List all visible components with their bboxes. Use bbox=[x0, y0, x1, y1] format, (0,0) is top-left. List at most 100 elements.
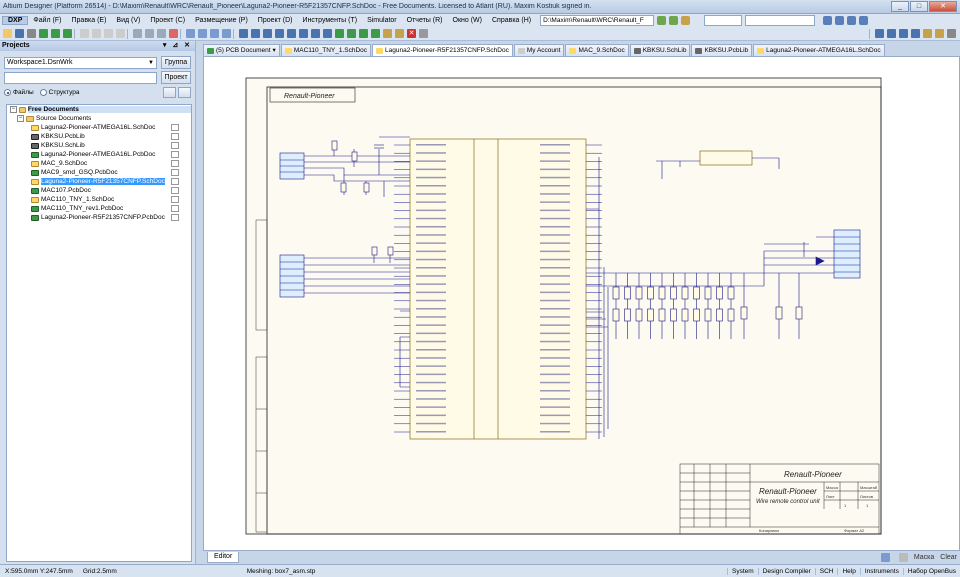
document-tab[interactable]: KBKSU.PcbLib bbox=[691, 44, 753, 56]
project-button[interactable]: Проект bbox=[161, 71, 191, 84]
tree-file-item[interactable]: MAC107.PcbDoc bbox=[7, 186, 191, 195]
document-tab[interactable]: My Account bbox=[513, 44, 565, 56]
copy-icon[interactable] bbox=[92, 29, 101, 38]
workspace-select[interactable]: Workspace1.DsnWrk ▼ bbox=[4, 56, 157, 69]
path-input[interactable]: D:\Maxim\Renault\WRC\Renault_F bbox=[540, 15, 655, 26]
document-tab[interactable]: Laguna2-Pioneer-ATMEGA16L.SchDoc bbox=[753, 44, 885, 56]
editor-tab[interactable]: Editor bbox=[207, 551, 240, 563]
open-folder-icon[interactable] bbox=[3, 29, 12, 38]
snap-icon[interactable] bbox=[911, 29, 920, 38]
project-input[interactable] bbox=[4, 71, 157, 84]
print-icon[interactable] bbox=[27, 29, 36, 38]
no-erc-icon[interactable] bbox=[323, 29, 332, 38]
schematic-editor[interactable]: Renault-Pioneer Renault-Pioneer Renault-… bbox=[203, 56, 960, 551]
more-icon[interactable] bbox=[947, 29, 956, 38]
align-icon[interactable] bbox=[875, 29, 884, 38]
signal-harness-icon[interactable] bbox=[359, 29, 368, 38]
save-icon[interactable] bbox=[15, 29, 24, 38]
chevron-down-icon[interactable]: ▾ bbox=[273, 46, 276, 56]
minimize-button[interactable]: _ bbox=[891, 1, 909, 12]
compile-icon[interactable] bbox=[263, 29, 272, 38]
rubber-stamp-icon[interactable] bbox=[116, 29, 125, 38]
collapse-icon[interactable]: − bbox=[10, 106, 17, 113]
design-compiler-button[interactable]: Design Compiler bbox=[757, 567, 815, 575]
bus-icon[interactable] bbox=[835, 16, 845, 25]
view-structure-radio[interactable]: Структура bbox=[39, 89, 80, 96]
project-options-icon[interactable] bbox=[163, 87, 176, 98]
tree-file-item[interactable]: Laguna2-Pioneer-R5F21357CNFP.SchDoc bbox=[7, 177, 191, 186]
tree-file-item[interactable]: MAC110_TNY_1.SchDoc bbox=[7, 195, 191, 204]
panel-header-buttons[interactable]: ▾ ⊿ ✕ bbox=[163, 41, 195, 51]
document-tab[interactable]: KBKSU.SchLib bbox=[629, 44, 691, 56]
tree-file-item[interactable]: MAC9_smd_GSQ.PcbDoc bbox=[7, 168, 191, 177]
menu-file[interactable]: Файл (F) bbox=[28, 17, 66, 24]
document-tab[interactable]: Laguna2-Pioneer-R5F21357CNFP.SchDoc bbox=[372, 44, 513, 56]
menu-dxp[interactable]: DXP bbox=[2, 16, 29, 25]
directive-icon[interactable] bbox=[335, 29, 344, 38]
collapse-icon[interactable]: − bbox=[17, 115, 24, 122]
hierarchy-icon[interactable] bbox=[210, 29, 219, 38]
system-button[interactable]: System bbox=[727, 567, 758, 575]
sheet-symbol-icon[interactable] bbox=[287, 29, 296, 38]
schematic-sheet[interactable]: Renault-Pioneer Renault-Pioneer Renault-… bbox=[204, 57, 959, 550]
menu-tools[interactable]: Инструменты (T) bbox=[298, 17, 363, 24]
instruments-button[interactable]: Instruments bbox=[859, 567, 903, 575]
cut-icon[interactable] bbox=[80, 29, 89, 38]
net-label-icon[interactable] bbox=[847, 16, 857, 25]
text-frame-icon[interactable] bbox=[383, 29, 392, 38]
workspace-button[interactable]: Группа bbox=[161, 56, 191, 69]
pen-icon[interactable] bbox=[880, 552, 890, 562]
zoom-area-icon[interactable] bbox=[51, 29, 60, 38]
variant-combo[interactable] bbox=[745, 15, 816, 26]
menu-simulator[interactable]: Simulator bbox=[362, 17, 402, 24]
back-icon[interactable] bbox=[657, 16, 667, 25]
distribute-icon[interactable] bbox=[887, 29, 896, 38]
junction-icon[interactable] bbox=[311, 29, 320, 38]
mask-button[interactable]: Маска bbox=[914, 554, 934, 561]
tree-file-item[interactable]: Laguna2-Pioneer-ATMEGA16L.PcbDoc bbox=[7, 150, 191, 159]
harness-icon[interactable] bbox=[347, 29, 356, 38]
annotate-icon[interactable] bbox=[275, 29, 284, 38]
document-tab[interactable]: MAC110_TNY_1.SchDoc bbox=[280, 44, 372, 56]
tree-file-item[interactable]: MAC_9.SchDoc bbox=[7, 159, 191, 168]
wire-icon[interactable] bbox=[823, 16, 833, 25]
power-port-icon[interactable] bbox=[859, 16, 869, 25]
document-tab[interactable]: (5) PCB Document ▾ bbox=[203, 44, 280, 56]
zoom-selected-icon[interactable] bbox=[63, 29, 72, 38]
cross-probe-icon[interactable] bbox=[222, 29, 231, 38]
probe-icon[interactable] bbox=[923, 29, 932, 38]
tree-file-item[interactable]: Laguna2-Pioneer-ATMEGA16L.SchDoc bbox=[7, 123, 191, 132]
tree-file-item[interactable]: Laguna2-Pioneer-R5F21357CNFP.PcbDoc bbox=[7, 213, 191, 222]
view-files-radio[interactable]: Файлы bbox=[4, 89, 34, 96]
image-icon[interactable] bbox=[395, 29, 404, 38]
deselect-icon[interactable] bbox=[157, 29, 166, 38]
home-icon[interactable] bbox=[681, 16, 691, 25]
clear-filter-icon[interactable] bbox=[169, 29, 178, 38]
select-area-icon[interactable] bbox=[133, 29, 142, 38]
filter-combo[interactable] bbox=[704, 15, 743, 26]
menu-edit[interactable]: Правка (E) bbox=[67, 17, 112, 24]
menu-window[interactable]: Окно (W) bbox=[448, 17, 487, 24]
tree-file-item[interactable]: KBKSU.SchLib bbox=[7, 141, 191, 150]
zoom-fit-icon[interactable] bbox=[39, 29, 48, 38]
power-icon[interactable] bbox=[935, 29, 944, 38]
tree-file-item[interactable]: KBKSU.PcbLib bbox=[7, 132, 191, 141]
grid-icon[interactable] bbox=[899, 29, 908, 38]
redo-icon[interactable] bbox=[198, 29, 207, 38]
device-sheet-icon[interactable] bbox=[371, 29, 380, 38]
delete-icon[interactable]: ✕ bbox=[407, 29, 416, 38]
menu-project[interactable]: Проект (C) bbox=[145, 17, 190, 24]
undo-icon[interactable] bbox=[186, 29, 195, 38]
place-part-icon[interactable] bbox=[239, 29, 248, 38]
tree-folder[interactable]: − Source Documents bbox=[7, 114, 191, 123]
menu-help[interactable]: Справка (H) bbox=[487, 17, 536, 24]
port-icon[interactable] bbox=[299, 29, 308, 38]
menu-place[interactable]: Размещение (P) bbox=[190, 17, 253, 24]
tree-file-item[interactable]: MAC110_TNY_rev1.PcbDoc bbox=[7, 204, 191, 213]
mask-slider-icon[interactable] bbox=[898, 552, 908, 562]
document-tab[interactable]: MAC_9.SchDoc bbox=[565, 44, 629, 56]
tree-root[interactable]: − Free Documents bbox=[7, 105, 191, 114]
settings-icon[interactable] bbox=[419, 29, 428, 38]
help-button[interactable]: Help bbox=[837, 567, 859, 575]
browse-libraries-icon[interactable] bbox=[251, 29, 260, 38]
